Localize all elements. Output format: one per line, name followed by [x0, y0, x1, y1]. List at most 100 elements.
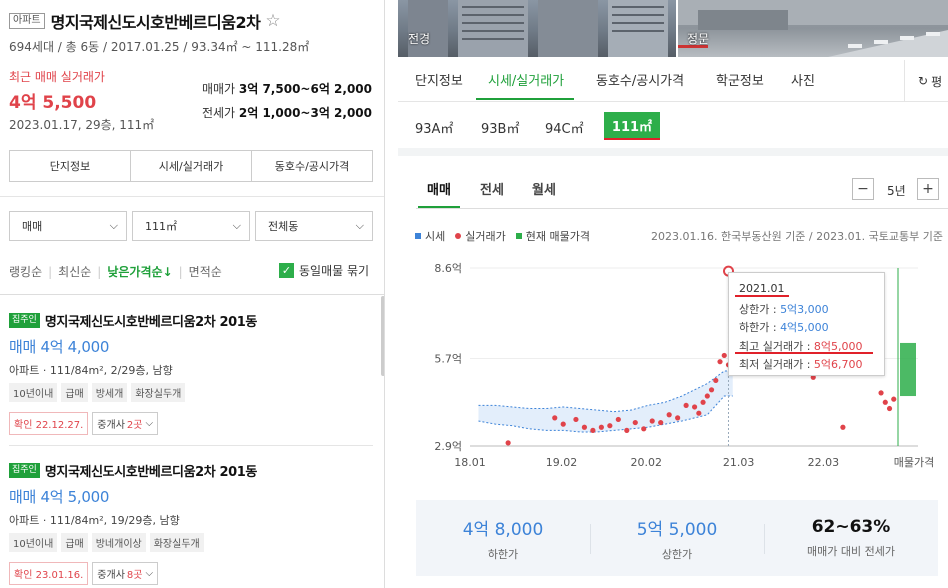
deal-tab-monthly[interactable]: 월세 — [532, 179, 556, 198]
owner-badge: 집주인 — [9, 313, 40, 328]
confirm-date: 확인 22.12.27. — [9, 412, 89, 435]
x-tick-label: 매물가격 — [894, 456, 934, 469]
sale-range-label: 매매가 — [201, 82, 236, 96]
list-scrollbar[interactable] — [381, 296, 384, 376]
owner-badge: 집주인 — [9, 463, 40, 478]
jeonse-range-value: 2억 1,000~3억 2,000 — [238, 106, 372, 120]
broker-count: 8곳 — [126, 570, 143, 581]
checkbox-checked-icon[interactable]: ✓ — [279, 263, 294, 278]
photo-label: 전경 — [408, 32, 431, 46]
area-option-111[interactable]: 111㎡ — [604, 112, 660, 138]
sort-area[interactable]: 면적순 — [189, 263, 222, 280]
tag: 화장실두개 — [149, 533, 204, 552]
x-tick-label: 20.02 — [631, 456, 663, 469]
broker-label: 중개사 — [97, 420, 125, 431]
building-select[interactable]: 전체동 ⌵ — [255, 211, 373, 241]
sort-latest[interactable]: 최신순 — [58, 263, 91, 280]
price-trade-button[interactable]: 시세/실거래가 — [131, 151, 252, 181]
complex-title-row: 아파트 명지국제신도시호반베르디움2차 ☆ — [9, 9, 281, 33]
list-item[interactable]: 집주인 명지국제신도시호반베르디움2차 201동 매매 4억 4,000 아파트… — [9, 311, 373, 435]
highlight-underline — [604, 138, 660, 140]
unit-toggle-button[interactable]: ↻ 평 — [904, 60, 948, 102]
period-increase-button[interactable]: + — [917, 178, 939, 200]
price-summary: 4억 8,000 하한가 5억 5,000 상한가 62~63% 매매가 대비 … — [416, 500, 938, 576]
deal-tab-sale[interactable]: 매매 — [427, 179, 451, 198]
trade-point — [717, 359, 723, 365]
chart-source: 2023.01.16. 한국부동산원 기준 / 2023.01. 국토교통부 기… — [651, 230, 943, 243]
tooltip-date: 2021.01 — [739, 282, 785, 295]
trade-point — [615, 416, 621, 423]
trade-point — [886, 405, 893, 412]
deal-type-select[interactable]: 매매 ⌵ — [9, 211, 127, 241]
chevron-down-icon: ⌵ — [145, 568, 154, 579]
unit-public-price-button[interactable]: 동호수/공시가격 — [252, 151, 372, 181]
refresh-icon: ↻ — [918, 74, 929, 88]
trade-point — [675, 415, 681, 421]
list-item[interactable]: 집주인 명지국제신도시호반베르디움2차 201동 매매 4억 5,000 아파트… — [9, 461, 373, 585]
listing-name: 명지국제신도시호반베르디움2차 201동 — [44, 465, 258, 480]
trade-point — [882, 399, 888, 405]
x-tick-label: 21.03 — [723, 456, 755, 469]
building-value: 전체동 — [268, 220, 299, 233]
group-same-listing-toggle[interactable]: ✓ 동일매물 묶기 — [279, 262, 369, 279]
deal-type-value: 매매 — [22, 220, 43, 233]
trade-point — [505, 440, 511, 446]
legend-current-listing: 현재 매물가격 — [515, 228, 590, 244]
sort-low-price[interactable]: 낮은가격순↓ — [107, 263, 172, 280]
divider — [9, 445, 373, 446]
trade-point — [658, 419, 664, 426]
broker-count-button[interactable]: 중개사 8곳 ⌵ — [92, 562, 159, 585]
broker-label: 중개사 — [97, 570, 125, 581]
y-tick-label: 5.7억 — [434, 353, 462, 366]
confirm-date: 확인 23.01.16. — [9, 562, 89, 585]
deal-tab-jeonse[interactable]: 전세 — [480, 179, 504, 198]
trade-point — [691, 404, 698, 410]
tab-unit-public-price[interactable]: 동호수/공시가격 — [596, 70, 684, 89]
favorite-star-icon[interactable]: ☆ — [265, 11, 280, 31]
trade-point — [641, 426, 647, 432]
trade-point — [624, 427, 630, 433]
tab-school[interactable]: 학군정보 — [716, 70, 764, 89]
y-tick-label: 2.9억 — [434, 440, 462, 453]
tooltip-min: 최저 실거래가 : 5억6,700 — [739, 358, 863, 371]
x-tick-label: 19.02 — [546, 456, 578, 469]
sale-range-value: 3억 7,500~6억 2,000 — [238, 82, 372, 96]
area-option-93a[interactable]: 93A㎡ — [415, 118, 453, 137]
trade-point — [708, 387, 715, 393]
tooltip-upper: 상한가 : 5억3,000 — [739, 302, 829, 316]
period-decrease-button[interactable]: − — [852, 178, 874, 200]
chart-tooltip: 2021.01 상한가 : 5억3,000 하한가 : 4억5,000 최고 실… — [728, 272, 885, 376]
recent-trade-date: 2023.01.17, 29층, 111㎡ — [9, 118, 155, 132]
tag: 급매 — [61, 383, 88, 402]
chart-legend: 시세 실거래가 현재 매물가격 — [415, 228, 600, 244]
complex-info: 694세대 / 총 6동 / 2017.01.25 / 93.34㎡ ~ 111… — [9, 40, 310, 54]
tab-complex-info[interactable]: 단지정보 — [415, 70, 463, 89]
area-option-93b[interactable]: 93B㎡ — [481, 118, 519, 137]
sort-ranking[interactable]: 랭킹순 — [9, 263, 42, 280]
group-same-listing-label: 동일매물 묶기 — [299, 264, 370, 278]
photo-exterior[interactable]: 전경 — [398, 0, 676, 57]
area-option-94c[interactable]: 94C㎡ — [545, 118, 584, 137]
broker-count-button[interactable]: 중개사 2곳 ⌵ — [92, 412, 159, 435]
photo-gate[interactable]: 정문 — [678, 0, 948, 57]
listing-tags: 10년이내 급매 방네개이상 화장실두개 — [9, 533, 373, 552]
trade-point — [878, 390, 884, 396]
trade-point — [590, 427, 596, 433]
detail-panel: 전경 정문 단지정보 시세/실거래가 동호수/공시가격 학군정보 사진 ↻ 평 … — [398, 0, 948, 588]
tag: 화장실두개 — [131, 383, 186, 402]
recent-trade-label: 최근 매매 실거래가 — [9, 70, 105, 84]
legend-market-price: 시세 — [415, 228, 445, 244]
tab-photos[interactable]: 사진 — [791, 70, 815, 89]
chevron-down-icon: ⌵ — [232, 219, 241, 232]
tab-price-trade[interactable]: 시세/실거래가 — [488, 70, 564, 89]
active-tab-indicator — [476, 98, 574, 100]
trade-point — [598, 424, 604, 430]
sort-options: 랭킹순 | 최신순 | 낮은가격순↓ | 면적순 — [9, 263, 222, 280]
trade-point — [666, 412, 672, 418]
unit-label: 평 — [931, 74, 943, 89]
area-value: 111㎡ — [145, 220, 177, 233]
complex-info-button[interactable]: 단지정보 — [10, 151, 131, 181]
area-select[interactable]: 111㎡ ⌵ — [132, 211, 250, 241]
listing-desc: 아파트 · 111/84m², 19/29층, 남향 — [9, 514, 180, 527]
trade-point — [607, 423, 613, 429]
